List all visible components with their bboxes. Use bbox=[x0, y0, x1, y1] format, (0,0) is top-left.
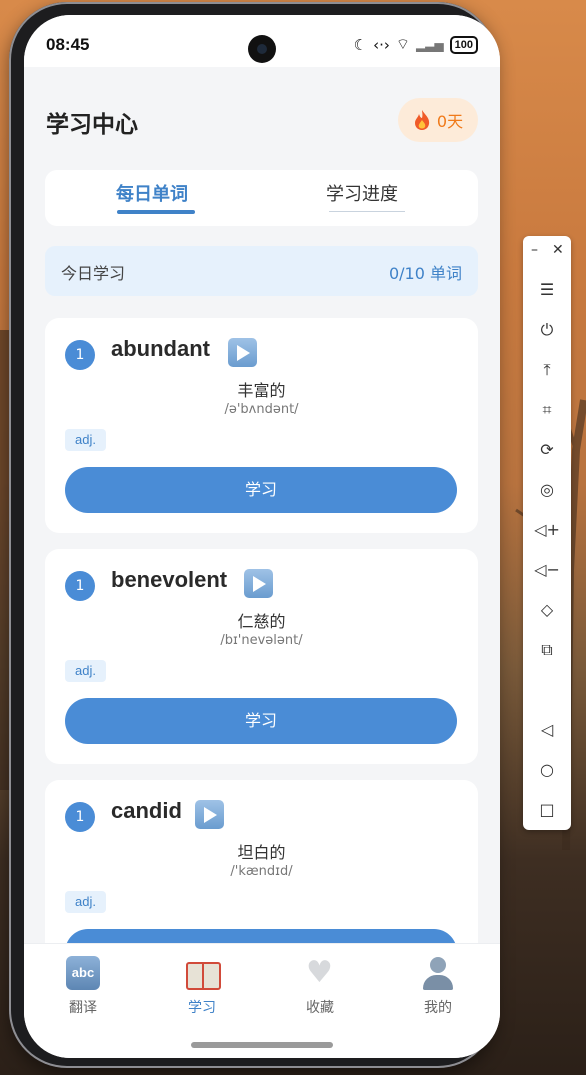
heart-icon: ♥ bbox=[306, 955, 333, 990]
moon-icon: ☾ bbox=[353, 35, 368, 54]
word-meaning: 丰富的 bbox=[237, 381, 286, 400]
home-indicator[interactable] bbox=[191, 1042, 333, 1048]
volume-up-icon[interactable]: ◁+ bbox=[523, 518, 571, 542]
phone-frame: 08:45 ☾ ‹·› ⌔ ▂▃▅ 100 学习中心 0天 每日单词 学习进度 … bbox=[9, 2, 500, 1068]
upload-icon[interactable]: ⤒ bbox=[523, 358, 571, 382]
tab-active-indicator bbox=[117, 210, 195, 214]
word-phonetic: /'kændɪd/ bbox=[230, 864, 293, 879]
streak-count: 0天 bbox=[436, 112, 464, 131]
abc-icon: abc bbox=[66, 956, 100, 990]
part-of-speech-tag: adj. bbox=[65, 660, 106, 682]
wifi-icon: ⌔ bbox=[395, 35, 410, 53]
recents-icon[interactable]: □ bbox=[523, 798, 571, 822]
bottom-nav: abc 翻译 学习 ♥ 收藏 我的 bbox=[24, 943, 500, 1058]
nav-item-profile[interactable]: 我的 bbox=[379, 956, 497, 1017]
nav-item-favorites[interactable]: ♥ 收藏 bbox=[261, 956, 379, 1017]
word-index-badge: 1 bbox=[65, 802, 95, 832]
learn-button[interactable]: 学习 bbox=[65, 698, 457, 744]
screenshot-icon[interactable]: ◎ bbox=[523, 478, 571, 502]
today-label: 今日学习 bbox=[61, 264, 126, 283]
tab-daily-words[interactable]: 每日单词 bbox=[116, 180, 188, 206]
word-meaning: 仁慈的 bbox=[237, 612, 286, 631]
streak-badge[interactable]: 0天 bbox=[398, 98, 478, 142]
word-meaning: 坦白的 bbox=[237, 843, 286, 862]
emulator-toolbar: – ✕ ☰ ⏻ ⤒ ⌗ ⟳ ◎ ◁+ ◁− ◇ ⧉ ◁ ○ □ bbox=[523, 236, 571, 830]
phone-screen: 08:45 ☾ ‹·› ⌔ ▂▃▅ 100 学习中心 0天 每日单词 学习进度 … bbox=[24, 15, 500, 1058]
word-phonetic: /bɪ'nevələnt/ bbox=[220, 633, 303, 648]
nav-label: 我的 bbox=[424, 1000, 452, 1016]
user-icon bbox=[421, 956, 455, 990]
back-icon[interactable]: ◁ bbox=[523, 718, 571, 742]
word-card: 1 abundant 丰富的 /ə'bʌndənt/ adj. 学习 bbox=[45, 318, 478, 533]
crop-icon[interactable]: ⌗ bbox=[523, 398, 571, 422]
part-of-speech-tag: adj. bbox=[65, 429, 106, 451]
home-icon[interactable]: ○ bbox=[523, 758, 571, 782]
nav-item-study[interactable]: 学习 bbox=[143, 956, 261, 1017]
word-text: benevolent bbox=[111, 567, 228, 592]
play-audio-icon[interactable] bbox=[244, 569, 273, 598]
play-audio-icon[interactable] bbox=[195, 800, 224, 829]
battery-icon: 100 bbox=[449, 35, 478, 54]
signal-icon: ▂▃▅ bbox=[415, 37, 444, 52]
rotate-icon[interactable]: ⟳ bbox=[523, 438, 571, 462]
volume-down-icon[interactable]: ◁− bbox=[523, 558, 571, 582]
front-camera bbox=[248, 35, 276, 63]
code-icon: ‹·› bbox=[373, 35, 390, 54]
nav-item-translate[interactable]: abc 翻译 bbox=[24, 956, 142, 1017]
status-icons: ☾ ‹·› ⌔ ▂▃▅ 100 bbox=[354, 35, 478, 54]
multi-device-icon[interactable]: ⧉ bbox=[523, 638, 571, 662]
status-time: 08:45 bbox=[46, 35, 90, 54]
app-header: 学习中心 0天 bbox=[24, 67, 500, 167]
today-count: 0/10 单词 bbox=[388, 264, 462, 283]
word-phonetic: /ə'bʌndənt/ bbox=[224, 402, 299, 417]
tab-bar: 每日单词 学习进度 bbox=[45, 170, 478, 226]
power-icon[interactable]: ⏻ bbox=[523, 318, 571, 342]
tab-learning-progress[interactable]: 学习进度 bbox=[326, 180, 398, 206]
play-audio-icon[interactable] bbox=[228, 338, 257, 367]
flame-icon bbox=[414, 110, 430, 130]
minimize-icon[interactable]: – bbox=[531, 242, 538, 258]
shake-icon[interactable]: ◇ bbox=[523, 598, 571, 622]
word-index-badge: 1 bbox=[65, 571, 95, 601]
word-text: candid bbox=[111, 798, 182, 823]
nav-label: 收藏 bbox=[306, 1000, 334, 1016]
close-icon[interactable]: ✕ bbox=[552, 242, 564, 258]
page-title: 学习中心 bbox=[46, 112, 138, 138]
part-of-speech-tag: adj. bbox=[65, 891, 106, 913]
word-index-badge: 1 bbox=[65, 340, 95, 370]
status-bar: 08:45 ☾ ‹·› ⌔ ▂▃▅ 100 bbox=[24, 15, 500, 67]
nav-label: 翻译 bbox=[69, 1000, 97, 1016]
tab-inactive-indicator bbox=[329, 211, 405, 212]
learn-button[interactable]: 学习 bbox=[65, 467, 457, 513]
today-progress-bar: 今日学习 0/10 单词 bbox=[45, 246, 478, 296]
book-icon bbox=[185, 956, 221, 990]
word-text: abundant bbox=[111, 336, 210, 361]
word-card: 1 benevolent 仁慈的 /bɪ'nevələnt/ adj. 学习 bbox=[45, 549, 478, 764]
nav-label: 学习 bbox=[188, 1000, 216, 1016]
menu-icon[interactable]: ☰ bbox=[523, 278, 571, 302]
